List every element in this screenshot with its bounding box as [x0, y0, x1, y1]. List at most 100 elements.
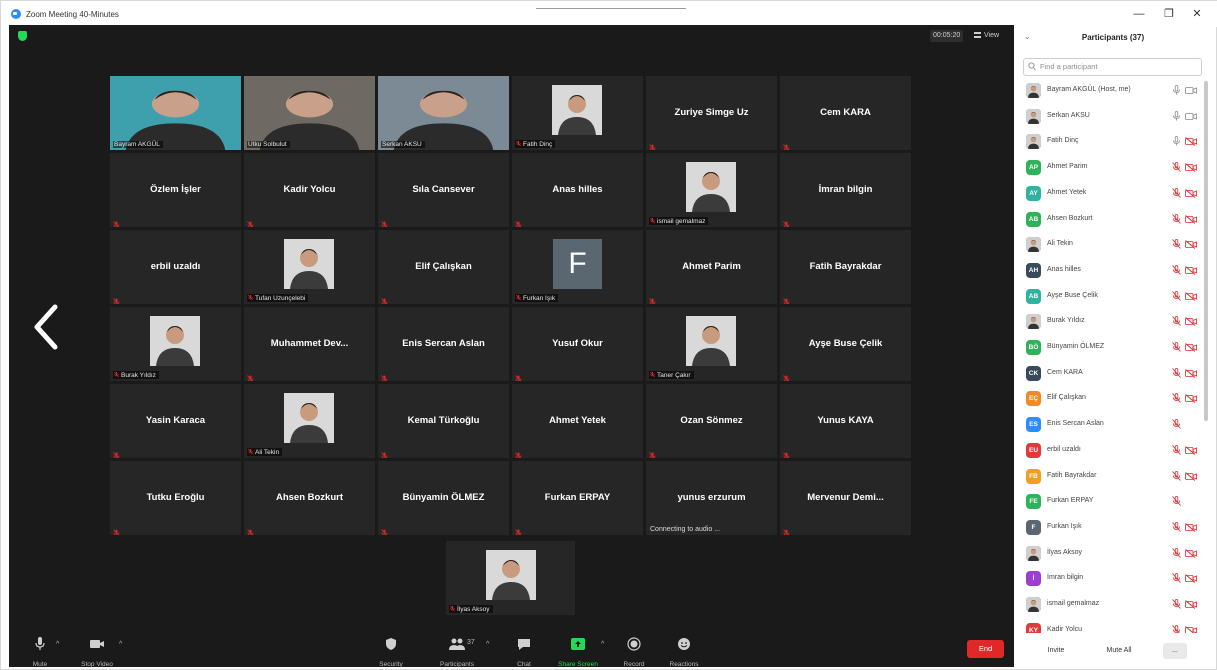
video-tile[interactable]: Anas hilles: [512, 153, 643, 227]
camera-off-icon[interactable]: [1185, 214, 1197, 224]
close-button[interactable]: ✕: [1189, 7, 1205, 21]
video-tile[interactable]: Ahmet Parim: [646, 230, 777, 304]
participant-row[interactable]: F Furkan Işık: [1015, 518, 1205, 543]
camera-off-icon[interactable]: [1185, 137, 1197, 147]
participant-row[interactable]: Fatih Dinç: [1015, 132, 1205, 157]
participant-row[interactable]: Burak Yıldız: [1015, 312, 1205, 337]
mic-on-icon[interactable]: [1172, 85, 1181, 95]
participant-row[interactable]: AB Ayşe Buse Çelik: [1015, 287, 1205, 312]
view-button[interactable]: View: [974, 30, 999, 42]
video-tile[interactable]: Tutku Eroğlu: [110, 461, 241, 535]
chat-button[interactable]: Chat: [513, 637, 535, 668]
find-participant-input[interactable]: Find a participant: [1023, 58, 1202, 76]
video-tile[interactable]: İmran bilgin: [780, 153, 911, 227]
camera-on-icon[interactable]: [1185, 86, 1197, 95]
video-tile[interactable]: Bünyamin ÖLMEZ: [378, 461, 509, 535]
video-tile[interactable]: Enis Sercan Aslan: [378, 307, 509, 381]
camera-off-icon[interactable]: [1185, 343, 1197, 352]
video-tile[interactable]: Muhammet Dev...: [244, 307, 375, 381]
participant-row[interactable]: İlyas Aksoy: [1015, 544, 1205, 569]
camera-off-icon[interactable]: [1185, 600, 1197, 609]
mic-muted-icon[interactable]: [1172, 264, 1181, 275]
camera-off-icon[interactable]: [1185, 291, 1197, 301]
mic-muted-icon[interactable]: [1172, 624, 1181, 633]
camera-off-icon[interactable]: [1185, 523, 1197, 532]
mic-muted-icon[interactable]: [1172, 470, 1181, 481]
mic-muted-icon[interactable]: [1172, 573, 1181, 584]
video-tile[interactable]: Yasin Karaca: [110, 384, 241, 458]
participant-row[interactable]: Ali Tekin: [1015, 235, 1205, 260]
encryption-shield-icon[interactable]: [18, 31, 27, 41]
video-tile[interactable]: Yunus KAYA: [780, 384, 911, 458]
camera-off-icon[interactable]: [1185, 188, 1197, 198]
participant-row[interactable]: Serkan AKSU: [1015, 107, 1205, 132]
mic-muted-icon[interactable]: [1172, 599, 1181, 609]
participant-row[interactable]: BÖ Bünyamin ÖLMEZ: [1015, 338, 1205, 363]
mic-muted-icon[interactable]: [1172, 187, 1181, 198]
video-tile[interactable]: Fatih Dinç: [512, 76, 643, 150]
invite-button[interactable]: Invite: [1041, 643, 1071, 659]
participant-row[interactable]: EU erbil uzaldı: [1015, 441, 1205, 466]
participants-scrollbar[interactable]: [1204, 81, 1208, 421]
participant-row[interactable]: ismail gemalmaz: [1015, 595, 1205, 620]
video-tile[interactable]: Kemal Türkoğlu: [378, 384, 509, 458]
previous-page-arrow-icon[interactable]: [31, 303, 61, 351]
participant-row[interactable]: Bayram AKGÜL (Host, me): [1015, 81, 1205, 106]
mute-all-button[interactable]: Mute All: [1099, 643, 1139, 659]
end-meeting-button[interactable]: End: [967, 640, 1004, 658]
mic-muted-icon[interactable]: [1172, 239, 1181, 249]
participant-row[interactable]: FB Fatih Bayrakdar: [1015, 467, 1205, 492]
mic-muted-icon[interactable]: [1172, 213, 1181, 224]
participant-row[interactable]: AP Ahmet Parim: [1015, 158, 1205, 183]
share-screen-button[interactable]: Share Screen: [556, 637, 600, 668]
video-tile[interactable]: Mervenur Demi...: [780, 461, 911, 535]
participant-row[interactable]: FE Furkan ERPAY: [1015, 492, 1205, 517]
more-options-button[interactable]: ...: [1163, 643, 1187, 659]
participant-row[interactable]: CK Cem KARA: [1015, 364, 1205, 389]
video-options-chevron-icon[interactable]: ^: [119, 641, 122, 648]
participant-row[interactable]: AH Anas hilles: [1015, 261, 1205, 286]
video-tile[interactable]: Serkan AKSU: [378, 76, 509, 150]
mic-on-icon[interactable]: [1172, 110, 1181, 121]
participant-row[interactable]: EÇ Elif Çalışkan: [1015, 389, 1205, 414]
participant-row[interactable]: ES Enis Sercan Aslan: [1015, 415, 1205, 440]
video-tile[interactable]: Ali Tekin: [244, 384, 375, 458]
mic-muted-icon[interactable]: [1172, 367, 1181, 378]
minimize-button[interactable]: —: [1131, 7, 1147, 21]
video-tile[interactable]: Ahmet Yetek: [512, 384, 643, 458]
mic-muted-icon[interactable]: [1172, 496, 1181, 506]
video-tile[interactable]: F Furkan Işık: [512, 230, 643, 304]
camera-off-icon[interactable]: [1185, 394, 1197, 404]
record-button[interactable]: Record: [621, 637, 647, 668]
mic-muted-icon[interactable]: [1172, 342, 1181, 352]
video-tile[interactable]: Furkan ERPAY: [512, 461, 643, 535]
audio-options-chevron-icon[interactable]: ^: [56, 641, 59, 648]
camera-off-icon[interactable]: [1185, 240, 1197, 250]
video-tile[interactable]: Kadir Yolcu: [244, 153, 375, 227]
video-tile[interactable]: Elif Çalışkan: [378, 230, 509, 304]
video-tile[interactable]: Yusuf Okur: [512, 307, 643, 381]
video-tile[interactable]: ismail gemalmaz: [646, 153, 777, 227]
mic-muted-icon[interactable]: [1172, 419, 1181, 429]
mic-muted-icon[interactable]: [1172, 547, 1181, 558]
video-tile[interactable]: Tufan Uzunçelebi: [244, 230, 375, 304]
participants-options-chevron-icon[interactable]: ^: [486, 641, 489, 648]
video-tile[interactable]: Ayşe Buse Çelik: [780, 307, 911, 381]
camera-off-icon[interactable]: [1185, 471, 1197, 481]
video-tile[interactable]: yunus erzurum Connecting to audio ...: [646, 461, 777, 535]
video-tile[interactable]: Burak Yıldız: [110, 307, 241, 381]
video-tile[interactable]: Utku Solbulut: [244, 76, 375, 150]
mute-button[interactable]: Mute: [27, 637, 53, 668]
video-tile[interactable]: Fatih Bayrakdar: [780, 230, 911, 304]
video-tile[interactable]: Ahsen Bozkurt: [244, 461, 375, 535]
video-tile[interactable]: Cem KARA: [780, 76, 911, 150]
participant-row[interactable]: KY Kadir Yolcu: [1015, 621, 1205, 633]
maximize-button[interactable]: ❐: [1161, 7, 1177, 21]
video-tile[interactable]: İlyas Aksoy: [446, 541, 575, 615]
security-button[interactable]: Security: [376, 637, 406, 668]
video-tile[interactable]: erbil uzaldı: [110, 230, 241, 304]
camera-off-icon[interactable]: [1185, 445, 1197, 455]
video-tile[interactable]: Sıla Cansever: [378, 153, 509, 227]
camera-off-icon[interactable]: [1185, 163, 1197, 172]
participant-row[interactable]: AY Ahmet Yetek: [1015, 184, 1205, 209]
